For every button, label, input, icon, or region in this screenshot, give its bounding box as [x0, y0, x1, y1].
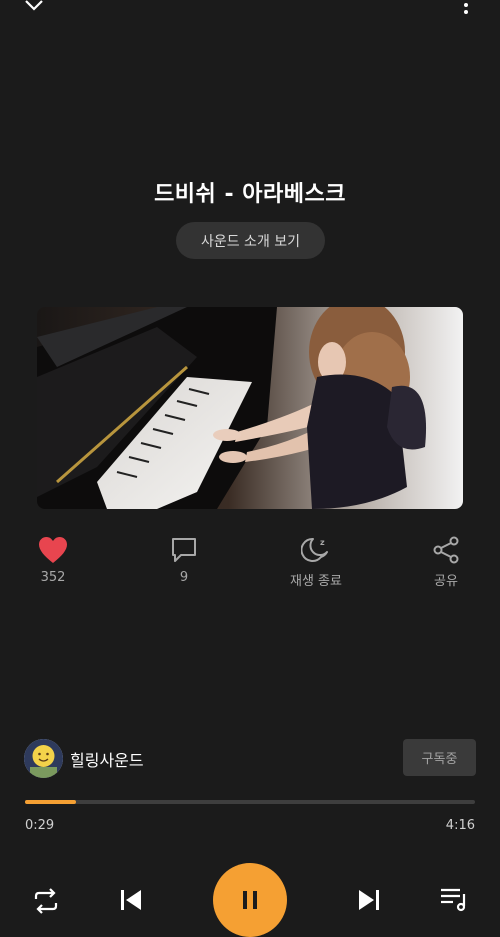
total-duration: 4:16 [445, 818, 475, 833]
collapse-chevron-down-icon[interactable] [22, 0, 46, 18]
channel-avatar[interactable] [24, 739, 63, 778]
previous-track-icon[interactable] [117, 886, 145, 914]
elapsed-time: 0:29 [25, 818, 55, 833]
moon-sleep-icon: z [276, 535, 356, 565]
share-label: 공유 [434, 574, 458, 589]
svg-text:z: z [320, 538, 325, 547]
comment-icon [144, 535, 224, 565]
more-options-icon[interactable] [454, 0, 478, 18]
share-icon [406, 535, 486, 565]
sleep-timer-action[interactable]: z 재생 종료 [276, 535, 356, 589]
track-artwork [37, 307, 463, 509]
heart-icon [13, 535, 93, 565]
comment-action[interactable]: 9 [144, 535, 224, 585]
comment-count: 9 [179, 570, 189, 585]
next-track-icon[interactable] [355, 886, 383, 914]
repeat-icon[interactable] [31, 886, 61, 916]
playlist-icon[interactable] [438, 884, 468, 914]
sleep-timer-label: 재생 종료 [290, 574, 342, 589]
pause-icon [213, 863, 287, 937]
channel-name[interactable]: 힐링사운드 [70, 747, 144, 771]
like-count: 352 [40, 570, 66, 585]
like-action[interactable]: 352 [13, 535, 93, 585]
pause-button[interactable] [213, 863, 287, 937]
progress-fill [25, 800, 76, 804]
progress-bar[interactable] [25, 800, 475, 804]
channel-row: 힐링사운드 구독중 [24, 738, 476, 778]
track-title: 드비쉬 - 아라베스크 [154, 182, 346, 207]
subscribe-button[interactable]: 구독중 [403, 739, 476, 776]
share-action[interactable]: 공유 [406, 535, 486, 589]
sound-intro-button[interactable]: 사운드 소개 보기 [176, 222, 325, 259]
